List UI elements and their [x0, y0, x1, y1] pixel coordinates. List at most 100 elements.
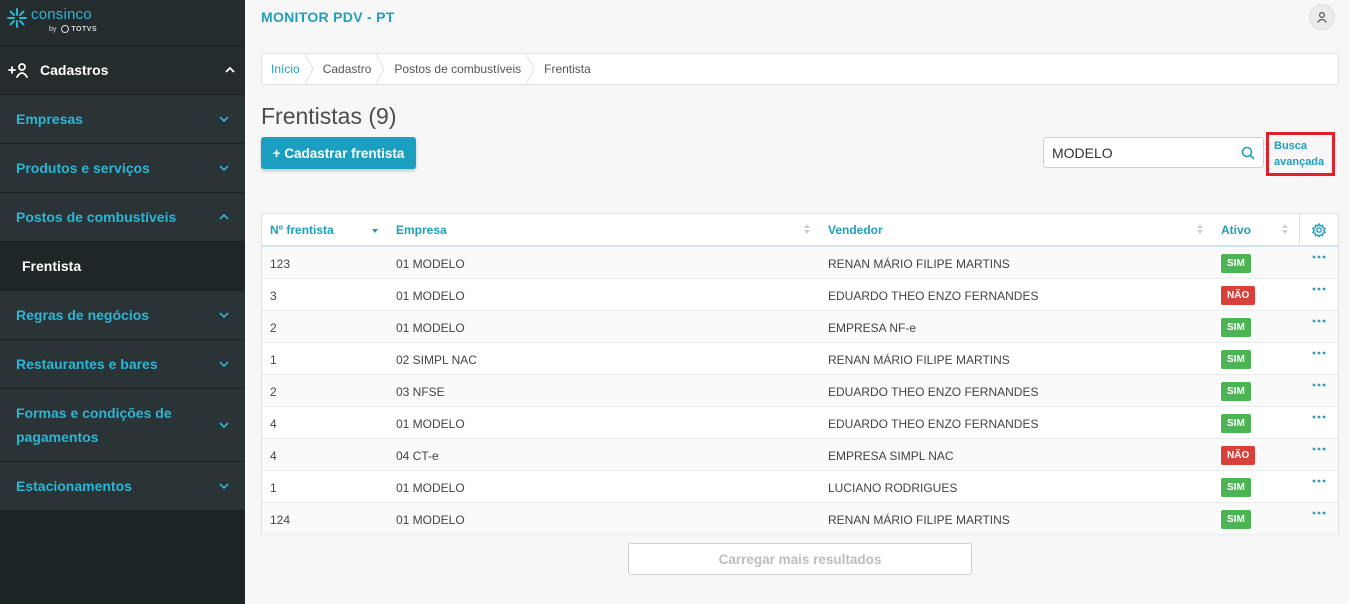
table-row[interactable]: 1 01 MODELO LUCIANO RODRIGUES SIM	[262, 471, 1338, 503]
cell-numero: 1	[270, 481, 277, 495]
table-row[interactable]: 2 03 NFSE EDUARDO THEO ENZO FERNANDES SIM	[262, 375, 1338, 407]
more-dots-icon[interactable]	[1312, 412, 1326, 422]
more-dots-icon[interactable]	[1312, 252, 1326, 262]
logo-name: consinco	[31, 6, 92, 23]
load-more-button[interactable]: Carregar mais resultados	[628, 543, 972, 575]
cell-numero: 3	[270, 289, 277, 303]
sidebar: consinco by TOTVS Cadastros Empresas Pro…	[0, 0, 245, 604]
status-badge: SIM	[1221, 350, 1251, 369]
status-badge: SIM	[1221, 414, 1251, 433]
breadcrumb: Início Cadastro Postos de combustíveis F…	[261, 53, 1339, 85]
sidebar-item-postos[interactable]: Postos de combustíveis	[0, 193, 245, 242]
cell-vendedor: EDUARDO THEO ENZO FERNANDES	[828, 417, 1039, 431]
logo-by: by	[49, 25, 57, 33]
table-row[interactable]: 3 01 MODELO EDUARDO THEO ENZO FERNANDES NÃO	[262, 279, 1338, 311]
sort-icon[interactable]	[1196, 223, 1204, 235]
sidebar-item-regras[interactable]: Regras de negócios	[0, 291, 245, 340]
status-badge: SIM	[1221, 254, 1251, 273]
sidebar-item-empresas[interactable]: Empresas	[0, 95, 245, 144]
status-badge: NÃO	[1221, 446, 1256, 465]
more-dots-icon[interactable]	[1312, 508, 1326, 518]
cell-empresa: 01 MODELO	[396, 513, 465, 527]
page-title: Frentistas (9)	[261, 103, 397, 129]
table-body: 123 01 MODELO RENAN MÁRIO FILIPE MARTINS SI…	[262, 247, 1338, 535]
search-field[interactable]	[1043, 137, 1264, 168]
status-badge: SIM	[1221, 382, 1251, 401]
breadcrumb-item-frentista: Frentista	[544, 62, 591, 76]
sidebar-item-estacionamentos[interactable]: Estacionamentos	[0, 462, 245, 511]
sidebar-section-cadastros[interactable]: Cadastros	[0, 45, 245, 95]
sidebar-item-label: Postos de combustíveis	[16, 209, 177, 225]
sidebar-subitem-label: Frentista	[22, 258, 82, 274]
cell-numero: 2	[270, 385, 277, 399]
add-frentista-button[interactable]: + Cadastrar frentista	[261, 137, 416, 169]
breadcrumb-item-postos[interactable]: Postos de combustíveis	[385, 54, 535, 84]
column-header-ativo[interactable]: Ativo	[1221, 214, 1251, 245]
cell-numero: 123	[270, 257, 291, 271]
cell-empresa: 04 CT-e	[396, 449, 439, 463]
column-header-numero[interactable]: Nº frentista	[270, 214, 334, 245]
sidebar-item-label: Produtos e serviços	[16, 160, 150, 176]
gear-icon[interactable]	[1312, 223, 1326, 237]
logo-mark-icon	[7, 8, 27, 28]
sidebar-item-restaurantes[interactable]: Restaurantes e bares	[0, 340, 245, 389]
chevron-down-icon	[219, 361, 229, 368]
table-row[interactable]: 124 01 MODELO RENAN MÁRIO FILIPE MARTINS SI…	[262, 503, 1338, 535]
cell-empresa: 01 MODELO	[396, 417, 465, 431]
chevron-up-icon	[225, 66, 235, 73]
main-content: MONITOR PDV - PT Início Cadastro Postos …	[245, 0, 1349, 604]
cell-vendedor: EMPRESA SIMPL NAC	[828, 449, 954, 463]
more-dots-icon[interactable]	[1312, 444, 1326, 454]
sidebar-item-formas-pagamento[interactable]: Formas e condições de pagamentos	[0, 389, 245, 462]
cell-empresa: 01 MODELO	[396, 289, 465, 303]
cell-empresa: 01 MODELO	[396, 481, 465, 495]
cell-vendedor: RENAN MÁRIO FILIPE MARTINS	[828, 513, 1010, 527]
cell-numero: 1	[270, 353, 277, 367]
cell-numero: 4	[270, 417, 277, 431]
cell-numero: 124	[270, 513, 291, 527]
cell-numero: 2	[270, 321, 277, 335]
chevron-down-icon	[219, 116, 229, 123]
more-dots-icon[interactable]	[1312, 380, 1326, 390]
sort-desc-icon[interactable]	[371, 223, 379, 235]
user-plus-icon	[8, 62, 32, 78]
advanced-search-link[interactable]: Busca avançada	[1266, 132, 1335, 176]
chevron-up-icon	[219, 213, 229, 220]
status-badge: NÃO	[1221, 286, 1256, 305]
frentistas-table: Nº frentista Empresa Vendedor Ativo 123 0…	[261, 213, 1339, 535]
totvs-icon	[61, 25, 70, 33]
sort-icon[interactable]	[803, 223, 811, 235]
sort-icon[interactable]	[1281, 223, 1289, 235]
more-dots-icon[interactable]	[1312, 476, 1326, 486]
more-dots-icon[interactable]	[1312, 348, 1326, 358]
sidebar-item-produtos[interactable]: Produtos e serviços	[0, 144, 245, 193]
user-icon	[1317, 11, 1327, 23]
sidebar-item-label: Restaurantes e bares	[16, 356, 158, 372]
search-input[interactable]	[1052, 144, 1232, 161]
status-badge: SIM	[1221, 510, 1251, 529]
breadcrumb-item-inicio[interactable]: Início	[262, 54, 314, 84]
sidebar-item-label: Regras de negócios	[16, 307, 150, 323]
user-menu-button[interactable]	[1309, 4, 1335, 30]
table-row[interactable]: 123 01 MODELO RENAN MÁRIO FILIPE MARTINS SI…	[262, 247, 1338, 279]
cell-vendedor: EMPRESA NF-e	[828, 321, 917, 335]
cell-empresa: 01 MODELO	[396, 321, 465, 335]
column-header-empresa[interactable]: Empresa	[396, 214, 447, 245]
more-dots-icon[interactable]	[1312, 316, 1326, 326]
cell-numero: 4	[270, 449, 277, 463]
more-dots-icon[interactable]	[1312, 284, 1326, 294]
sidebar-subitem-frentista[interactable]: Frentista	[0, 242, 245, 291]
table-row[interactable]: 4 01 MODELO EDUARDO THEO ENZO FERNANDES SIM	[262, 407, 1338, 439]
table-row[interactable]: 1 02 SIMPL NAC RENAN MÁRIO FILIPE MARTINS S…	[262, 343, 1338, 375]
chevron-down-icon	[219, 312, 229, 319]
app-title: MONITOR PDV - PT	[261, 9, 395, 25]
chevron-down-icon	[219, 165, 229, 172]
table-row[interactable]: 2 01 MODELO EMPRESA NF-e SIM	[262, 311, 1338, 343]
logo-partner: TOTVS	[71, 25, 98, 33]
breadcrumb-item-cadastro[interactable]: Cadastro	[314, 54, 386, 84]
table-row[interactable]: 4 04 CT-e EMPRESA SIMPL NAC NÃO	[262, 439, 1338, 471]
cell-vendedor: EDUARDO THEO ENZO FERNANDES	[828, 289, 1039, 303]
search-icon[interactable]	[1241, 146, 1255, 160]
cell-vendedor: EDUARDO THEO ENZO FERNANDES	[828, 385, 1039, 399]
column-header-vendedor[interactable]: Vendedor	[828, 214, 883, 245]
